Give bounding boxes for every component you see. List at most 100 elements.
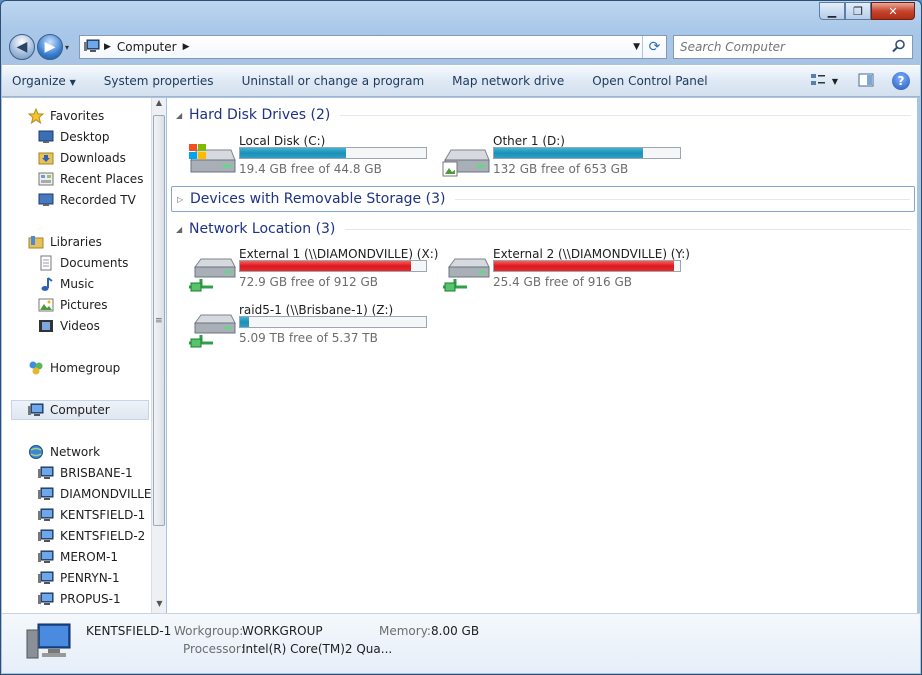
address-bar[interactable]: ▶ Computer ▶ ▼ ⟳: [79, 35, 667, 59]
sidebar-item-label: MEROM-1: [60, 550, 119, 564]
sidebar-item-network-computer[interactable]: KENTSFIELD-1: [38, 505, 152, 525]
processor-label: Processor:: [183, 642, 245, 656]
address-dropdown-icon[interactable]: ▼: [633, 42, 640, 52]
drive-d[interactable]: Other 1 (D:) 132 GB free of 653 GB: [441, 134, 691, 186]
computer-icon: [38, 528, 54, 544]
sidebar-item-label: PROPUS-1: [60, 592, 121, 606]
group-network-location[interactable]: ◢ Network Location (3): [171, 217, 915, 241]
view-options-chevron-icon[interactable]: ▼: [832, 77, 838, 86]
sidebar-item-computer[interactable]: Computer: [11, 400, 149, 420]
network-drive-icon: [187, 309, 237, 349]
sidebar-item-network-computer[interactable]: DIAMONDVILLE: [38, 484, 152, 504]
group-hard-disk-drives[interactable]: ◢ Hard Disk Drives (2): [171, 103, 915, 127]
scroll-up-icon[interactable]: ▲: [152, 98, 166, 112]
breadcrumb-computer[interactable]: Computer: [117, 40, 177, 54]
group-title: Hard Disk Drives (2): [189, 107, 331, 123]
computer-name: KENTSFIELD-1: [86, 624, 172, 638]
search-box[interactable]: [673, 35, 913, 59]
drive-y[interactable]: External 2 (\\DIAMONDVILLE) (Y:) 25.4 GB…: [441, 247, 691, 299]
memory-value: 8.00 GB: [431, 624, 480, 638]
computer-icon: [38, 591, 54, 607]
sidebar-item-homegroup[interactable]: Homegroup: [28, 358, 152, 378]
help-icon[interactable]: ?: [892, 72, 910, 90]
search-input[interactable]: [680, 40, 880, 54]
drive-free-space: 19.4 GB free of 44.8 GB: [239, 162, 382, 176]
search-icon[interactable]: [892, 39, 906, 56]
star-icon: [28, 108, 44, 124]
group-removable-storage[interactable]: ▷ Devices with Removable Storage (3): [171, 186, 915, 212]
music-note-icon: [38, 276, 54, 292]
computer-icon: [28, 402, 44, 418]
sidebar-item-label: Downloads: [60, 151, 126, 165]
sidebar-item-downloads[interactable]: Downloads: [38, 148, 152, 168]
drive-usage-bar: [239, 316, 427, 328]
map-network-drive-button[interactable]: Map network drive: [452, 74, 564, 88]
drive-c[interactable]: Local Disk (C:) 19.4 GB free of 44.8 GB: [187, 134, 437, 186]
forward-button[interactable]: ▶: [37, 34, 63, 60]
maximize-button[interactable]: ❐: [845, 2, 871, 20]
recent-pages-dropdown[interactable]: ▾: [65, 43, 75, 52]
desktop-icon: [38, 129, 54, 145]
open-control-panel-button[interactable]: Open Control Panel: [592, 74, 707, 88]
libraries-icon: [28, 234, 44, 250]
drive-usage-bar: [493, 147, 681, 159]
breadcrumb-separator-icon[interactable]: ▶: [104, 42, 111, 52]
sidebar-item-label: Libraries: [50, 235, 102, 249]
sidebar-item-label: Favorites: [50, 109, 105, 123]
network-drive-icon: [441, 253, 491, 293]
sidebar-item-label: Network: [50, 445, 101, 459]
scroll-down-icon[interactable]: ▼: [152, 599, 167, 613]
drive-name: Other 1 (D:): [493, 134, 565, 148]
uninstall-program-button[interactable]: Uninstall or change a program: [242, 74, 425, 88]
scrollbar-grip-icon: ≡: [155, 316, 163, 326]
sidebar-item-network-computer[interactable]: BRISBANE-1: [38, 463, 152, 483]
organize-menu[interactable]: Organize ▼: [12, 74, 76, 88]
expand-triangle-icon[interactable]: ▷: [177, 195, 183, 204]
sidebar-item-label: PENRYN-1: [60, 571, 120, 585]
documents-icon: [38, 255, 54, 271]
sidebar-item-desktop[interactable]: Desktop: [38, 127, 152, 147]
sidebar-item-label: Homegroup: [50, 361, 121, 375]
sidebar-item-label: KENTSFIELD-1: [60, 508, 146, 522]
view-controls: ▼ ?: [798, 72, 910, 90]
sidebar-item-network-computer[interactable]: MEROM-1: [38, 547, 152, 567]
close-button[interactable]: ✕: [871, 2, 915, 20]
group-title: Devices with Removable Storage (3): [190, 191, 446, 207]
pictures-icon: [38, 297, 54, 313]
collapse-triangle-icon[interactable]: ◢: [176, 111, 182, 120]
film-icon: [38, 318, 54, 334]
sidebar-item-music[interactable]: Music: [38, 274, 152, 294]
drive-z[interactable]: raid5-1 (\\Brisbane-1) (Z:) 5.09 TB free…: [187, 303, 437, 355]
back-button[interactable]: ◀: [9, 34, 35, 60]
processor-value: Intel(R) Core(TM)2 Qua...: [242, 642, 393, 656]
refresh-button[interactable]: ⟳: [642, 36, 666, 58]
minimize-button[interactable]: ▁: [819, 2, 845, 20]
preview-pane-button[interactable]: [858, 73, 874, 90]
sidebar-item-network-computer[interactable]: PENRYN-1: [38, 568, 152, 588]
sidebar-item-network-computer[interactable]: PROPUS-1: [38, 589, 152, 609]
sidebar-item-libraries[interactable]: Libraries: [28, 232, 152, 252]
sidebar-item-label: Pictures: [60, 298, 108, 312]
details-pane: KENTSFIELD-1 Workgroup: WORKGROUP Memory…: [2, 613, 920, 673]
drive-free-space: 5.09 TB free of 5.37 TB: [239, 331, 378, 345]
group-divider: [455, 198, 910, 200]
sidebar-scrollbar[interactable]: ▲ ≡ ▼: [151, 98, 166, 613]
sidebar-item-documents[interactable]: Documents: [38, 253, 152, 273]
explorer-window: ▁ ❐ ✕ ◀ ▶ ▾ ▶ Computer ▶ ▼ ⟳ Organize ▼ …: [0, 0, 922, 675]
sidebar-item-label: Documents: [60, 256, 129, 270]
sidebar-item-network[interactable]: Network: [28, 442, 152, 462]
breadcrumb-separator-icon[interactable]: ▶: [183, 42, 190, 52]
sidebar-item-recorded-tv[interactable]: Recorded TV: [38, 190, 152, 210]
computer-icon: [38, 549, 54, 565]
sidebar-item-videos[interactable]: Videos: [38, 316, 152, 336]
drive-usage-bar: [239, 147, 427, 159]
network-globe-icon: [28, 444, 44, 460]
drive-x[interactable]: External 1 (\\DIAMONDVILLE) (X:) 72.9 GB…: [187, 247, 438, 299]
sidebar-item-network-computer[interactable]: KENTSFIELD-2: [38, 526, 152, 546]
sidebar-item-pictures[interactable]: Pictures: [38, 295, 152, 315]
sidebar-item-favorites[interactable]: Favorites: [28, 106, 152, 126]
system-properties-button[interactable]: System properties: [104, 74, 214, 88]
sidebar-item-recent-places[interactable]: Recent Places: [38, 169, 152, 189]
change-view-button[interactable]: [810, 73, 826, 90]
collapse-triangle-icon[interactable]: ◢: [176, 225, 182, 234]
